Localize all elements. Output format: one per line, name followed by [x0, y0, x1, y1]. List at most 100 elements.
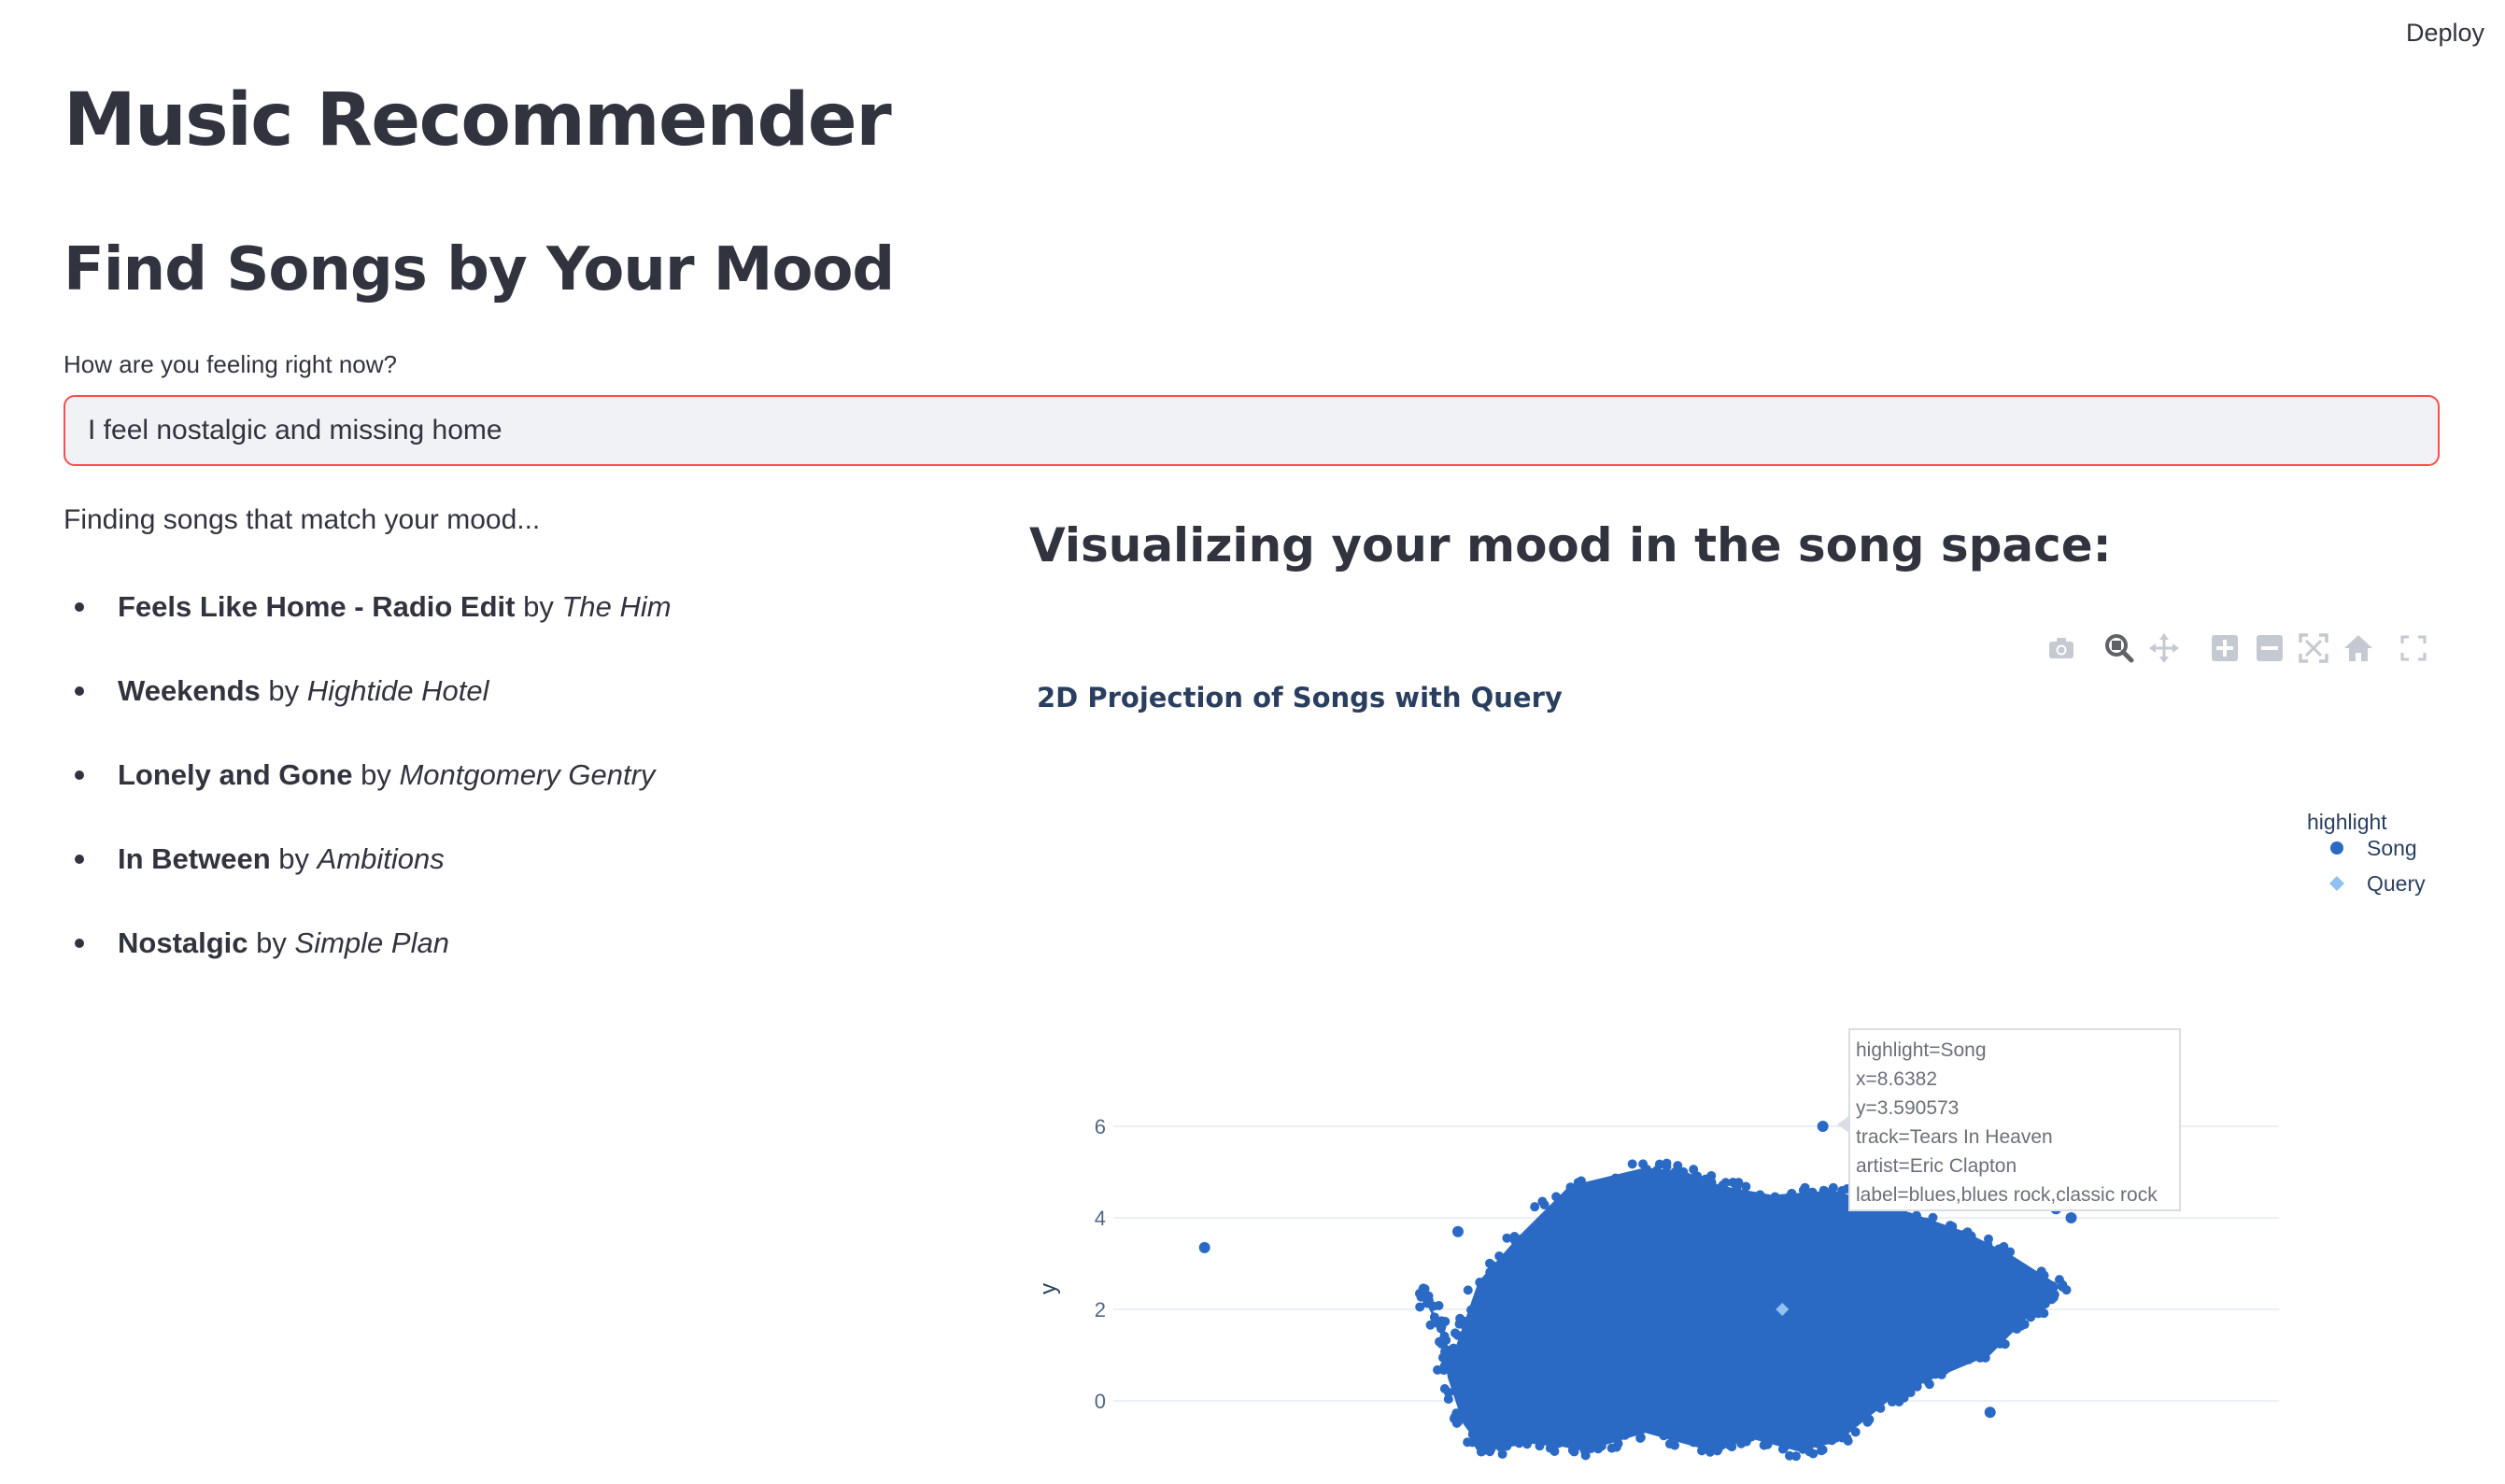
list-item: Weekends by Hightide Hotel — [64, 663, 672, 747]
bullet-icon — [75, 686, 84, 696]
song-point — [1627, 1159, 1637, 1169]
song-point — [1904, 1211, 1914, 1222]
list-item: In Between by Ambitions — [64, 831, 672, 915]
song-point — [1642, 1164, 1652, 1174]
song-point — [1912, 1378, 1922, 1389]
song-point — [1850, 1427, 1861, 1437]
scatter-chart[interactable]: 2D Projection of Songs with Query 0 2 4 6 y… — [1029, 672, 2486, 1484]
reset-axes-icon[interactable] — [2342, 631, 2375, 665]
song-point — [1678, 1166, 1689, 1177]
y-tick-label: 2 — [1095, 1298, 1106, 1321]
song-point — [2026, 1312, 2036, 1322]
song-point — [1659, 1431, 1669, 1441]
artist-name: The Him — [561, 590, 672, 623]
song-point — [1947, 1227, 1958, 1237]
song-point — [1497, 1449, 1507, 1459]
visualization-heading: Visualizing your mood in the song space: — [1029, 518, 2112, 572]
song-point — [2039, 1308, 2049, 1319]
song-point — [1198, 1241, 1210, 1253]
autoscale-icon[interactable] — [2297, 631, 2330, 665]
song-point — [1451, 1387, 1461, 1397]
song-point — [1415, 1302, 1425, 1312]
song-point — [2027, 1269, 2037, 1279]
song-point — [1539, 1217, 1550, 1227]
song-point — [1522, 1439, 1533, 1449]
song-point — [1610, 1173, 1620, 1183]
song-point — [1476, 1447, 1486, 1457]
song-point — [1808, 1449, 1819, 1459]
song-point — [1434, 1300, 1444, 1310]
song-point — [2036, 1300, 2046, 1310]
song-point — [1620, 1430, 1630, 1440]
song-point — [1828, 1182, 1838, 1193]
song-point — [1712, 1446, 1722, 1456]
song-point — [2005, 1247, 2016, 1257]
song-point — [1664, 1439, 1675, 1449]
zoom-out-icon[interactable] — [2253, 631, 2286, 665]
by-text: by — [278, 842, 310, 875]
zoom-icon[interactable] — [2102, 631, 2136, 665]
song-point — [1418, 1283, 1428, 1293]
legend-entry[interactable]: Query — [2367, 871, 2426, 896]
tooltip-line: label=blues,blues rock,classic rock — [1856, 1184, 2158, 1206]
by-text: by — [256, 926, 287, 959]
tooltip-line: x=8.6382 — [1856, 1068, 1937, 1090]
pan-icon[interactable] — [2147, 631, 2181, 665]
section-title: Find Songs by Your Mood — [64, 235, 895, 304]
artist-name: Hightide Hotel — [306, 674, 489, 707]
by-text: by — [361, 758, 391, 791]
song-point — [1668, 1169, 1678, 1180]
song-point — [1732, 1182, 1742, 1193]
song-point — [2047, 1281, 2058, 1292]
song-point — [1779, 1443, 1790, 1453]
track-name: Feels Like Home - Radio Edit — [118, 590, 516, 623]
mood-input[interactable] — [64, 395, 2440, 466]
song-point — [1704, 1437, 1714, 1448]
song-point — [1530, 1202, 1540, 1212]
y-tick-labels: 0 2 4 6 — [1095, 1115, 1106, 1413]
tooltip-line: y=3.590573 — [1856, 1097, 1960, 1119]
song-point — [1463, 1285, 1473, 1295]
song-point — [1922, 1376, 1932, 1386]
song-point — [1928, 1212, 1938, 1223]
song-point — [1439, 1383, 1450, 1393]
chart-modebar — [0, 631, 2505, 669]
camera-icon[interactable] — [2045, 631, 2078, 665]
track-name: Nostalgic — [118, 926, 248, 959]
track-name: Weekends — [118, 674, 261, 707]
song-point — [1514, 1438, 1524, 1449]
song-point — [1983, 1234, 1993, 1244]
song-point — [2035, 1277, 2045, 1287]
song-point — [2007, 1256, 2017, 1266]
song-point — [1485, 1277, 1495, 1287]
artist-name: Simple Plan — [294, 926, 449, 959]
fullscreen-icon[interactable] — [2397, 631, 2430, 665]
tooltip-line: highlight=Song — [1856, 1039, 1987, 1061]
song-point — [2045, 1289, 2056, 1299]
zoom-in-icon[interactable] — [2208, 631, 2242, 665]
bullet-icon — [75, 939, 84, 948]
song-point — [1586, 1444, 1596, 1454]
legend-song-marker — [2330, 841, 2343, 855]
by-text: by — [268, 674, 300, 707]
tooltip-line: track=Tears In Heaven — [1856, 1126, 2053, 1148]
status-text: Finding songs that match your mood... — [64, 504, 541, 535]
hover-tooltip: highlight=Song x=8.6382 y=3.590573 track… — [1837, 1028, 2181, 1211]
song-point — [1980, 1352, 1990, 1363]
song-point — [1451, 1225, 1464, 1237]
song-point — [1651, 1167, 1662, 1178]
song-point — [1759, 1440, 1769, 1450]
song-point — [1984, 1406, 1996, 1419]
song-point — [1798, 1185, 1808, 1195]
song-point — [1494, 1251, 1505, 1261]
song-point — [1439, 1331, 1450, 1341]
legend-entry[interactable]: Song — [2367, 836, 2417, 860]
bullet-icon — [75, 602, 84, 612]
deploy-button[interactable]: Deploy — [2406, 19, 2484, 48]
song-point — [1718, 1180, 1728, 1191]
song-point — [1798, 1444, 1808, 1454]
by-text: by — [523, 590, 554, 623]
song-point — [1662, 1162, 1672, 1172]
song-point — [1635, 1433, 1646, 1443]
song-point — [2016, 1321, 2026, 1332]
